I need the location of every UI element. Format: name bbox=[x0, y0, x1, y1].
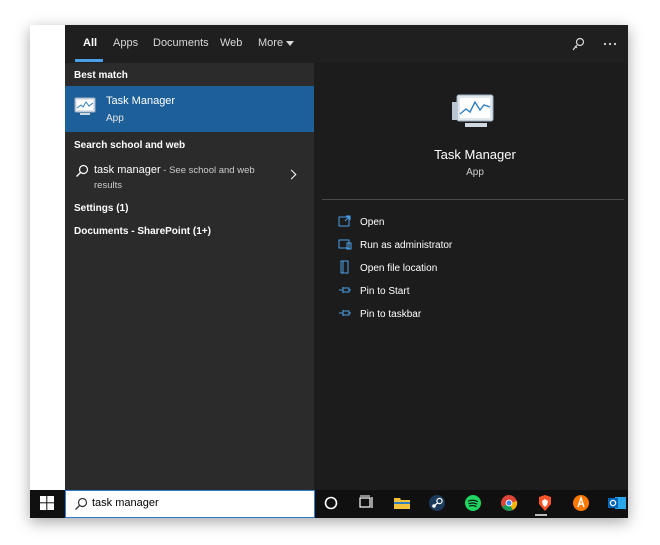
task-view-icon[interactable] bbox=[357, 494, 375, 512]
taskbar-search-box[interactable] bbox=[65, 490, 315, 518]
action-open-file-location[interactable]: Open file location bbox=[338, 260, 588, 278]
search-icon bbox=[75, 497, 88, 510]
task-manager-icon bbox=[74, 97, 96, 115]
preview-separator bbox=[322, 199, 624, 200]
school-web-heading: Search school and web bbox=[74, 140, 186, 151]
panel-divider bbox=[314, 63, 322, 490]
outlook-icon[interactable] bbox=[608, 494, 626, 512]
file-location-icon bbox=[340, 260, 349, 274]
tab-more[interactable]: More bbox=[258, 37, 283, 49]
documents-sharepoint-heading[interactable]: Documents - SharePoint (1+) bbox=[74, 226, 211, 237]
avast-icon[interactable] bbox=[572, 494, 590, 512]
best-match-title: Task Manager bbox=[106, 95, 176, 107]
search-tab-bar: All Apps Documents Web More bbox=[65, 25, 628, 63]
cortana-circle-icon[interactable] bbox=[322, 494, 340, 512]
action-run-as-admin-label: Run as administrator bbox=[360, 240, 453, 251]
settings-heading[interactable]: Settings (1) bbox=[74, 203, 128, 214]
action-pin-to-taskbar-label: Pin to taskbar bbox=[360, 309, 422, 320]
web-search-result[interactable]: task manager - See school and web result… bbox=[65, 157, 314, 197]
tab-documents[interactable]: Documents bbox=[153, 37, 209, 49]
tab-all[interactable]: All bbox=[83, 37, 97, 49]
chrome-icon[interactable] bbox=[500, 494, 518, 512]
chevron-right-icon[interactable] bbox=[286, 169, 297, 180]
preview-title: Task Manager bbox=[434, 147, 516, 162]
active-tab-indicator bbox=[75, 59, 103, 62]
task-manager-large-icon bbox=[452, 94, 494, 127]
preview-subtitle: App bbox=[466, 167, 484, 178]
action-pin-to-start[interactable]: Pin to Start bbox=[338, 283, 588, 301]
action-open-label: Open bbox=[360, 217, 385, 228]
active-app-indicator bbox=[535, 514, 547, 516]
windows-start-icon[interactable] bbox=[40, 496, 54, 510]
pin-icon bbox=[339, 310, 351, 316]
action-pin-to-taskbar[interactable]: Pin to taskbar bbox=[338, 306, 588, 324]
chevron-down-icon[interactable] bbox=[286, 41, 294, 46]
feedback-icon[interactable] bbox=[571, 36, 587, 52]
left-blank-strip bbox=[30, 25, 65, 490]
web-result-text: task manager - See school and web result… bbox=[94, 163, 274, 193]
web-result-hint: - See school and web bbox=[160, 165, 255, 176]
taskbar bbox=[30, 490, 628, 518]
best-match-subtitle: App bbox=[106, 113, 124, 124]
open-icon bbox=[338, 215, 351, 227]
tab-web[interactable]: Web bbox=[220, 37, 242, 49]
steam-icon[interactable] bbox=[428, 494, 446, 512]
results-panel: Best match Task Manager App Search schoo… bbox=[65, 63, 314, 490]
preview-panel: Task Manager App Open Run as administrat… bbox=[322, 63, 628, 490]
web-result-query: task manager bbox=[94, 164, 161, 176]
action-run-as-admin[interactable]: Run as administrator bbox=[338, 237, 588, 255]
best-match-result[interactable]: Task Manager App bbox=[65, 86, 314, 132]
web-result-hint-line2: results bbox=[94, 180, 122, 191]
file-explorer-icon[interactable] bbox=[393, 494, 411, 512]
search-icon bbox=[76, 164, 89, 177]
run-as-admin-icon bbox=[338, 239, 352, 250]
brave-icon[interactable] bbox=[536, 494, 554, 512]
best-match-heading: Best match bbox=[74, 70, 128, 81]
search-input[interactable] bbox=[92, 495, 292, 511]
spotify-icon[interactable] bbox=[464, 494, 482, 512]
action-open[interactable]: Open bbox=[338, 214, 588, 232]
action-pin-to-start-label: Pin to Start bbox=[360, 286, 410, 297]
ellipsis-icon[interactable] bbox=[602, 36, 618, 52]
action-open-file-location-label: Open file location bbox=[360, 263, 438, 274]
tab-apps[interactable]: Apps bbox=[113, 37, 138, 49]
pin-icon bbox=[339, 287, 351, 293]
